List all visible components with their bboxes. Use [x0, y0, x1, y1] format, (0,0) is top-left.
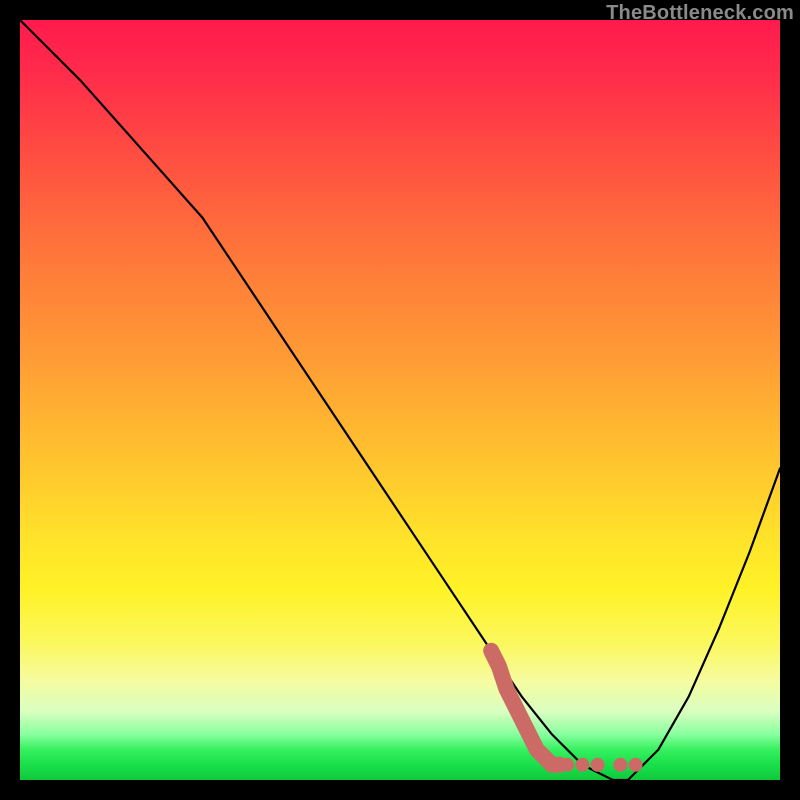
marker-dot	[575, 758, 589, 772]
chart-container: TheBottleneck.com	[0, 0, 800, 800]
marker-dot	[515, 712, 529, 726]
marker-dot	[507, 697, 521, 711]
marker-dot	[522, 727, 536, 741]
marker-dot	[591, 758, 605, 772]
marker-dot	[484, 644, 498, 658]
marker-dot	[613, 758, 627, 772]
marker-dot	[499, 682, 513, 696]
symbol-group	[484, 644, 642, 772]
marker-dot	[560, 758, 574, 772]
symbols-svg	[20, 20, 780, 780]
plot-area	[20, 20, 780, 780]
marker-dot	[629, 758, 643, 772]
marker-dot	[492, 659, 506, 673]
